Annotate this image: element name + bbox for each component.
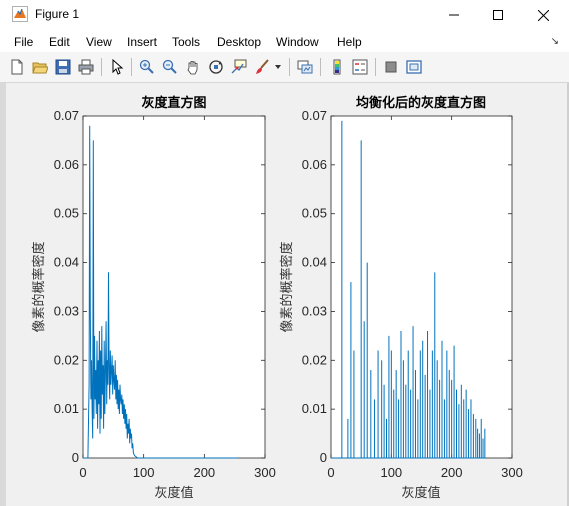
save-icon[interactable] [53,57,73,77]
zoom-in-icon[interactable] [137,57,157,77]
axes-2-title: 均衡化后的灰度直方图 [356,95,486,111]
menu-window[interactable]: Window [276,35,319,49]
y-tick-label: 0.07 [54,108,79,123]
y-tick-label: 0.03 [54,303,79,318]
axes-2[interactable]: 均衡化后的灰度直方图 灰度值 像素的概率密度 0 0.01 0.02 0.03 0.04… [279,95,523,501]
menu-desktop[interactable]: Desktop [217,35,261,49]
colorbar-icon[interactable] [327,57,347,77]
y-tick-label: 0 [320,450,327,465]
legend-icon[interactable] [350,57,370,77]
menu-tools[interactable]: Tools [172,35,200,49]
y-tick-label: 0.01 [54,401,79,416]
figure-toolbar [0,52,569,83]
y-tick-label: 0 [72,450,79,465]
y-tick-label: 0.03 [302,303,327,318]
figure-canvas[interactable]: 灰度直方图 灰度值 像素的概率密度 0 0.01 0.02 0.03 0.04 0.05 0… [6,83,567,506]
title-bar[interactable]: Figure 1 [0,0,569,30]
menu-help[interactable]: Help [337,35,362,49]
toolbar-separator [101,58,102,76]
open-file-icon[interactable] [30,57,50,77]
data-cursor-icon[interactable] [229,57,249,77]
x-tick-label: 0 [79,465,86,480]
toolbar-separator [131,58,132,76]
maximize-icon [493,10,503,20]
select-arrow-icon[interactable] [107,57,127,77]
print-icon[interactable] [76,57,96,77]
x-tick-label: 300 [254,465,276,480]
x-tick-label: 200 [193,465,215,480]
dropdown-arrow-icon[interactable] [272,57,284,77]
menu-edit[interactable]: Edit [49,35,70,49]
y-tick-label: 0.05 [54,206,79,221]
matlab-logo-icon [12,6,28,22]
x-tick-label: 100 [133,465,155,480]
y-tick-label: 0.02 [302,352,327,367]
dock-arrow-icon[interactable]: ↘ [551,36,559,47]
rotate-3d-icon[interactable] [206,57,226,77]
zoom-out-icon[interactable] [160,57,180,77]
new-figure-icon[interactable] [7,57,27,77]
close-button[interactable] [520,0,566,30]
show-plot-tools-icon[interactable] [404,57,424,77]
axes-2-ylabel: 像素的概率密度 [279,241,295,332]
y-tick-label: 0.07 [302,108,327,123]
x-tick-label: 0 [327,465,334,480]
minimize-button[interactable] [431,0,477,30]
menu-file[interactable]: File [14,35,33,49]
axes-1-xlabel: 灰度值 [154,485,193,501]
y-tick-label: 0.01 [302,401,327,416]
toolbar-separator [375,58,376,76]
menu-view[interactable]: View [86,35,112,49]
axes-2-xlabel: 灰度值 [401,485,440,501]
y-tick-label: 0.06 [302,157,327,172]
y-tick-label: 0.05 [302,206,327,221]
minimize-icon [449,10,459,20]
y-tick-label: 0.04 [302,255,327,270]
maximize-button[interactable] [475,0,521,30]
menu-insert[interactable]: Insert [127,35,157,49]
x-tick-label: 300 [501,465,523,480]
y-tick-label: 0.06 [54,157,79,172]
y-tick-label: 0.02 [54,352,79,367]
figure-svg: 灰度直方图 灰度值 像素的概率密度 0 0.01 0.02 0.03 0.04 0.05 0… [31,95,523,501]
x-tick-label: 100 [380,465,402,480]
axes-1-ylabel: 像素的概率密度 [31,241,47,332]
hide-plot-tools-icon[interactable] [381,57,401,77]
brush-icon[interactable] [252,57,272,77]
toolbar-separator [289,58,290,76]
axes-2-background [330,115,513,459]
menu-bar: File Edit View Insert Tools Desktop Wind… [0,30,569,52]
toolbar-separator [320,58,321,76]
axes-1-background [82,115,266,459]
y-tick-label: 0.04 [54,255,79,270]
window-title: Figure 1 [35,7,80,21]
x-tick-label: 200 [441,465,463,480]
figure-window: Figure 1 File Edit View Insert Tools Des… [0,0,569,506]
axes-1-title: 灰度直方图 [141,95,206,111]
pan-hand-icon[interactable] [183,57,203,77]
close-icon [537,9,549,21]
axes-1[interactable]: 灰度直方图 灰度值 像素的概率密度 0 0.01 0.02 0.03 0.04 0.05 0… [31,95,276,501]
link-plot-icon[interactable] [295,57,315,77]
